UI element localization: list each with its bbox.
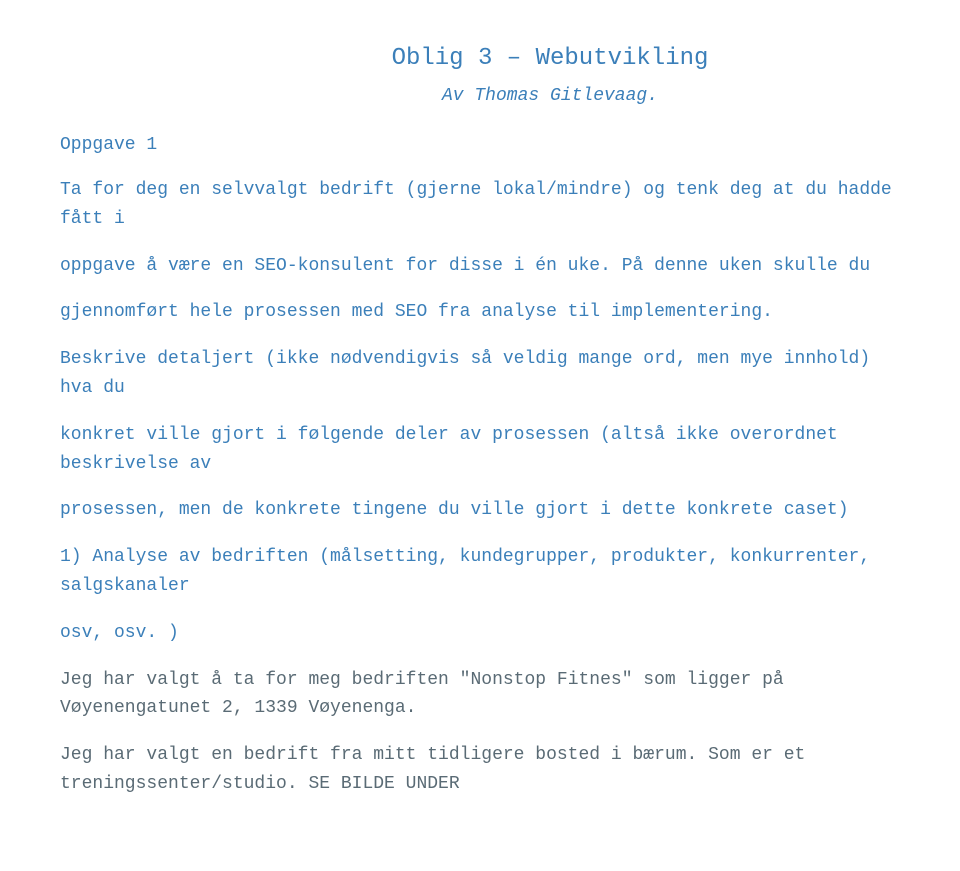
paragraph-6: prosessen, men de konkrete tingene du vi… (60, 496, 900, 525)
paragraph-9b: "Nonstop Fitnes" (460, 670, 633, 690)
document-author: Av Thomas Gitlevaag. (60, 82, 900, 111)
paragraph-4: Beskrive detaljert (ikke nødvendigvis så… (60, 345, 900, 403)
paragraph-7: 1) Analyse av bedriften (målsetting, kun… (60, 543, 900, 601)
heading-oppgave-1: Oppgave 1 (60, 131, 900, 160)
paragraph-9a: Jeg har valgt å ta for meg bedriften (60, 670, 460, 690)
document-title: Oblig 3 – Webutvikling (60, 40, 900, 78)
paragraph-9: Jeg har valgt å ta for meg bedriften "No… (60, 666, 900, 724)
paragraph-1: Ta for deg en selvvalgt bedrift (gjerne … (60, 176, 900, 234)
paragraph-8: osv, osv. ) (60, 619, 900, 648)
paragraph-10: Jeg har valgt en bedrift fra mitt tidlig… (60, 741, 900, 799)
paragraph-3: gjennomført hele prosessen med SEO fra a… (60, 298, 900, 327)
paragraph-5: konkret ville gjort i følgende deler av … (60, 421, 900, 479)
paragraph-2: oppgave å være en SEO-konsulent for diss… (60, 252, 900, 281)
